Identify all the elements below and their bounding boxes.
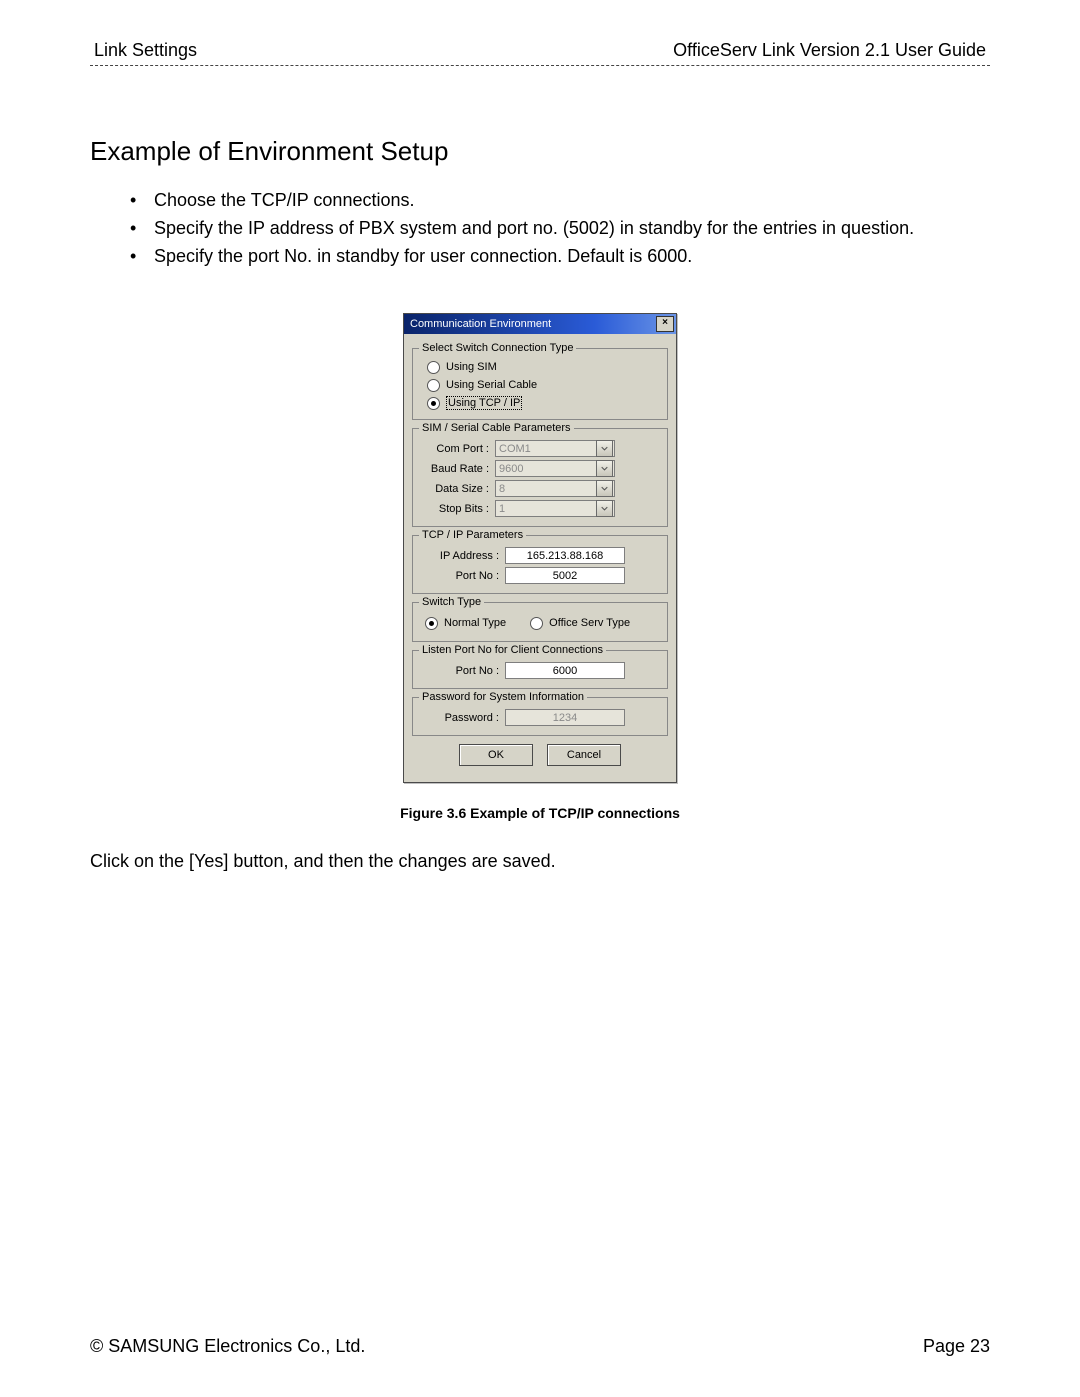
section-title: Example of Environment Setup — [90, 136, 990, 167]
password-label: Password : — [421, 712, 499, 724]
figure-caption: Figure 3.6 Example of TCP/IP connections — [90, 805, 990, 821]
communication-environment-dialog: Communication Environment × Select Switc… — [403, 313, 677, 783]
group-switch-type: Switch Type Normal Type Office Serv Type — [412, 602, 668, 642]
dialog-titlebar[interactable]: Communication Environment × — [404, 314, 676, 334]
com-port-label: Com Port : — [421, 443, 489, 455]
ip-address-input[interactable]: 165.213.88.168 — [505, 547, 625, 564]
radio-icon[interactable] — [427, 397, 440, 410]
footer-copyright: © SAMSUNG Electronics Co., Ltd. — [90, 1336, 365, 1357]
radio-icon[interactable] — [427, 379, 440, 392]
group-listen-port: Listen Port No for Client Connections Po… — [412, 650, 668, 689]
dialog-title: Communication Environment — [410, 318, 551, 330]
password-input[interactable]: 1234 — [505, 709, 625, 726]
radio-icon[interactable] — [425, 617, 438, 630]
bullet-item: Choose the TCP/IP connections. — [130, 187, 990, 213]
stop-bits-combo[interactable]: 1 — [495, 500, 615, 517]
data-size-value: 8 — [499, 483, 596, 495]
radio-label: Normal Type — [444, 617, 506, 629]
tcp-port-input[interactable]: 5002 — [505, 567, 625, 584]
chevron-down-icon[interactable] — [596, 460, 613, 477]
radio-using-tcpip[interactable]: Using TCP / IP — [427, 395, 659, 411]
radio-label: Office Serv Type — [549, 617, 630, 629]
radio-normal-type[interactable]: Normal Type — [425, 615, 506, 631]
data-size-combo[interactable]: 8 — [495, 480, 615, 497]
header-divider — [90, 65, 990, 66]
group-serial-params: SIM / Serial Cable Parameters Com Port :… — [412, 428, 668, 527]
cancel-button[interactable]: Cancel — [547, 744, 621, 766]
data-size-label: Data Size : — [421, 483, 489, 495]
radio-using-sim[interactable]: Using SIM — [427, 359, 659, 375]
close-icon[interactable]: × — [656, 316, 674, 332]
radio-label: Using Serial Cable — [446, 379, 537, 391]
radio-using-serial[interactable]: Using Serial Cable — [427, 377, 659, 393]
chevron-down-icon[interactable] — [596, 480, 613, 497]
header-left: Link Settings — [94, 40, 197, 61]
com-port-combo[interactable]: COM1 — [495, 440, 615, 457]
tcp-port-label: Port No : — [421, 570, 499, 582]
post-figure-text: Click on the [Yes] button, and then the … — [90, 851, 990, 872]
radio-icon[interactable] — [427, 361, 440, 374]
group-connection-type: Select Switch Connection Type Using SIM … — [412, 348, 668, 420]
radio-label: Using TCP / IP — [446, 396, 522, 410]
bullet-item: Specify the IP address of PBX system and… — [130, 215, 990, 241]
group-tcpip-params: TCP / IP Parameters IP Address : 165.213… — [412, 535, 668, 594]
group-legend: TCP / IP Parameters — [419, 529, 526, 541]
chevron-down-icon[interactable] — [596, 500, 613, 517]
ok-button[interactable]: OK — [459, 744, 533, 766]
header-right: OfficeServ Link Version 2.1 User Guide — [673, 40, 986, 61]
ip-address-label: IP Address : — [421, 550, 499, 562]
chevron-down-icon[interactable] — [596, 440, 613, 457]
listen-port-label: Port No : — [421, 665, 499, 677]
bullet-list: Choose the TCP/IP connections. Specify t… — [130, 187, 990, 269]
com-port-value: COM1 — [499, 443, 596, 455]
group-password: Password for System Information Password… — [412, 697, 668, 736]
radio-officeserv-type[interactable]: Office Serv Type — [530, 615, 630, 631]
group-legend: Select Switch Connection Type — [419, 342, 576, 354]
radio-label: Using SIM — [446, 361, 497, 373]
listen-port-input[interactable]: 6000 — [505, 662, 625, 679]
footer-page-number: Page 23 — [923, 1336, 990, 1357]
baud-rate-combo[interactable]: 9600 — [495, 460, 615, 477]
bullet-item: Specify the port No. in standby for user… — [130, 243, 990, 269]
group-legend: SIM / Serial Cable Parameters — [419, 422, 574, 434]
baud-rate-label: Baud Rate : — [421, 463, 489, 475]
group-legend: Password for System Information — [419, 691, 587, 703]
group-legend: Switch Type — [419, 596, 484, 608]
stop-bits-value: 1 — [499, 503, 596, 515]
radio-icon[interactable] — [530, 617, 543, 630]
stop-bits-label: Stop Bits : — [421, 503, 489, 515]
baud-rate-value: 9600 — [499, 463, 596, 475]
group-legend: Listen Port No for Client Connections — [419, 644, 606, 656]
